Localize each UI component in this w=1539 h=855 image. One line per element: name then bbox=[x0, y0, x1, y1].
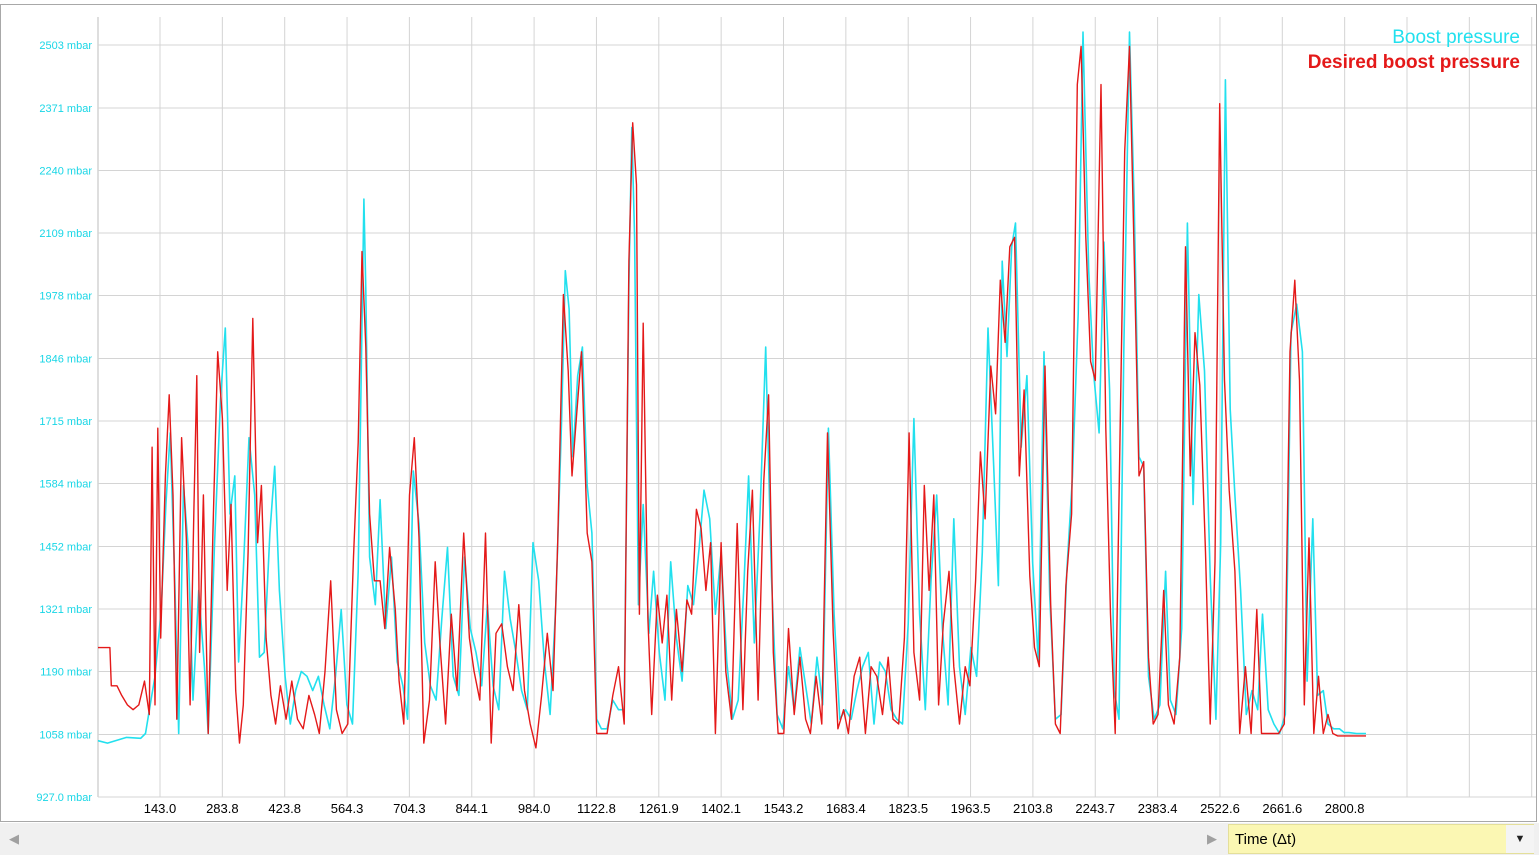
x-tick-label: 1261.9 bbox=[639, 801, 679, 816]
x-tick-label: 984.0 bbox=[518, 801, 551, 816]
x-tick-label: 2383.4 bbox=[1138, 801, 1178, 816]
y-tick-label: 2503 mbar bbox=[39, 40, 92, 52]
x-tick-label: 1823.5 bbox=[888, 801, 928, 816]
y-tick-label: 1978 mbar bbox=[39, 291, 92, 303]
x-tick-label: 1683.4 bbox=[826, 801, 866, 816]
x-tick-label: 1122.8 bbox=[577, 801, 616, 816]
y-tick-label: 2240 mbar bbox=[39, 165, 92, 177]
y-tick-label: 927.0 mbar bbox=[36, 792, 92, 804]
legend-desired-boost-pressure: Desired boost pressure bbox=[1308, 52, 1520, 73]
chevron-down-icon[interactable]: ▼ bbox=[1506, 825, 1534, 853]
x-axis-selector[interactable]: Time (Δt) ▼ bbox=[1228, 824, 1534, 854]
y-tick-label: 1715 mbar bbox=[39, 416, 92, 428]
x-tick-label: 2103.8 bbox=[1013, 801, 1053, 816]
y-tick-label: 1452 mbar bbox=[39, 541, 92, 553]
x-tick-label: 844.1 bbox=[455, 801, 488, 816]
chart-frame: 927.0 mbar 1058 mbar 1190 mbar 1321 mbar 145… bbox=[0, 4, 1537, 822]
y-tick-label: 2371 mbar bbox=[39, 103, 92, 115]
x-tick-label: 143.0 bbox=[144, 801, 177, 816]
legend-boost-pressure: Boost pressure bbox=[1392, 27, 1520, 48]
x-tick-label: 2243.7 bbox=[1075, 801, 1115, 816]
y-tick-label: 1321 mbar bbox=[39, 604, 92, 616]
x-axis-selector-label: Time (Δt) bbox=[1235, 831, 1297, 848]
x-tick-label: 423.8 bbox=[268, 801, 301, 816]
x-tick-label: 2522.6 bbox=[1200, 801, 1240, 816]
y-tick-label: 1190 mbar bbox=[40, 667, 92, 679]
line-chart: 927.0 mbar 1058 mbar 1190 mbar 1321 mbar 145… bbox=[36, 17, 1536, 816]
chart-series bbox=[97, 31, 1366, 749]
series-line-desired-boost-pressure bbox=[98, 45, 1366, 749]
scroll-right-arrow-icon[interactable]: ▶ bbox=[1202, 829, 1222, 849]
x-tick-label: 2800.8 bbox=[1325, 801, 1365, 816]
x-tick-label: 1402.1 bbox=[701, 801, 741, 816]
scroll-left-arrow-icon[interactable]: ◀ bbox=[4, 829, 24, 849]
series-line-boost-pressure bbox=[97, 31, 1366, 744]
y-axis-ticks: 927.0 mbar 1058 mbar 1190 mbar 1321 mbar 145… bbox=[36, 40, 92, 804]
x-tick-label: 564.3 bbox=[331, 801, 364, 816]
x-tick-label: 704.3 bbox=[393, 801, 426, 816]
x-axis-ticks: 143.0 283.8 423.8 564.3 704.3 844.1 984.0 1122.… bbox=[144, 801, 1365, 816]
x-tick-label: 1963.5 bbox=[951, 801, 991, 816]
y-tick-label: 1846 mbar bbox=[39, 353, 92, 365]
x-tick-label: 283.8 bbox=[206, 801, 239, 816]
x-tick-label: 1543.2 bbox=[764, 801, 804, 816]
x-tick-label: 2661.6 bbox=[1262, 801, 1302, 816]
y-tick-label: 1584 mbar bbox=[39, 479, 92, 491]
y-tick-label: 2109 mbar bbox=[39, 228, 92, 240]
y-tick-label: 1058 mbar bbox=[39, 729, 92, 741]
horizontal-scrollbar[interactable]: ◀ ▶ Time (Δt) ▼ bbox=[0, 823, 1539, 855]
